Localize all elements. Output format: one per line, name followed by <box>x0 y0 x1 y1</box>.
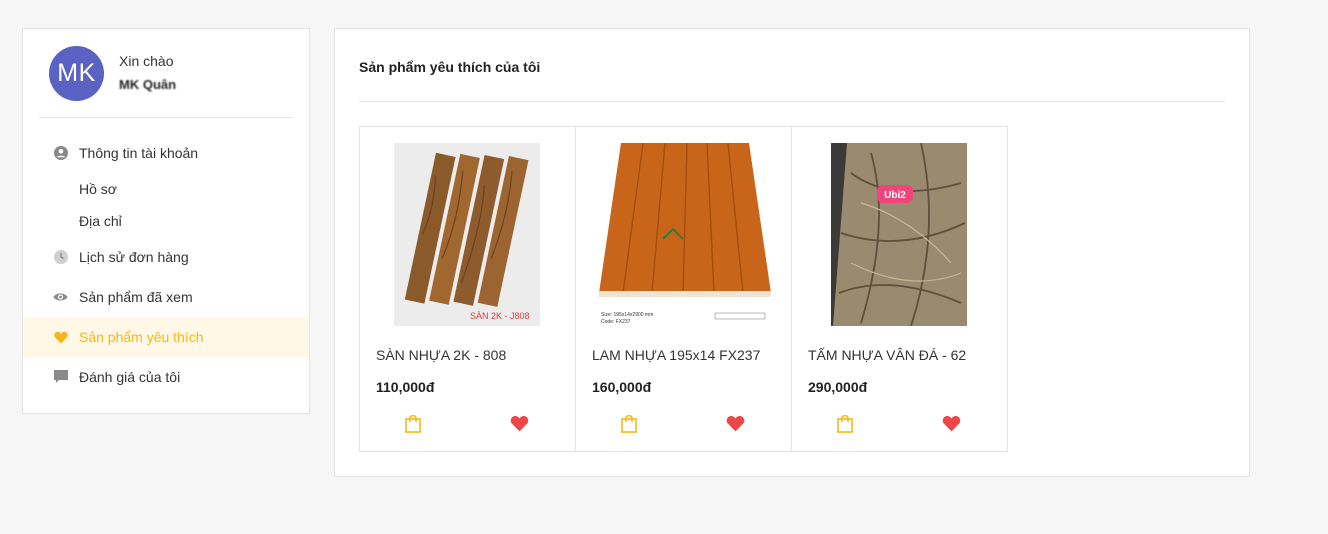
add-to-cart-button[interactable] <box>620 414 640 434</box>
product-name[interactable]: SÀN NHỰA 2K - 808 <box>376 347 506 363</box>
wishlist-heart-button[interactable] <box>726 415 746 433</box>
greeting-text: Xin chào <box>119 53 174 69</box>
product-price: 290,000đ <box>808 379 868 395</box>
page-title: Sản phẩm yêu thích của tôi <box>359 59 541 75</box>
product-name[interactable]: LAM NHỰA 195x14 FX237 <box>592 347 760 363</box>
clock-icon <box>53 250 68 265</box>
product-price: 160,000đ <box>592 379 652 395</box>
chat-icon <box>53 370 68 385</box>
user-circle-icon <box>53 146 68 161</box>
divider <box>359 101 1225 102</box>
account-menu: Thông tin tài khoản Hồ sơ Địa chỉ Lịch s… <box>23 133 309 397</box>
image-label: SÀN 2K - J808 <box>470 311 530 321</box>
menu-item-order-history[interactable]: Lịch sử đơn hàng <box>23 237 309 277</box>
shopping-bag-icon <box>621 414 637 433</box>
shopping-bag-icon <box>405 414 421 433</box>
product-card[interactable]: Size: 195x14x2900 mm Code: FX237 LAM NHỰ… <box>575 126 792 452</box>
user-name: MK Quân <box>119 77 177 92</box>
menu-label-order-history: Lịch sử đơn hàng <box>79 249 189 265</box>
account-sidebar: MK Xin chào MK Quân Thông tin tài khoản … <box>22 28 310 414</box>
image-label-code: Code: FX237 <box>601 319 631 325</box>
menu-item-my-reviews[interactable]: Đánh giá của tôi <box>23 357 309 397</box>
shopping-bag-icon <box>837 414 853 433</box>
product-card[interactable]: Ubi2 TẤM NHỰA VÂN ĐÁ - 62 290,000đ <box>791 126 1008 452</box>
heart-icon <box>942 416 961 432</box>
menu-label-favorite-products: Sản phẩm yêu thích <box>79 329 204 345</box>
menu-label-account-info: Thông tin tài khoản <box>79 145 199 161</box>
menu-item-favorite-products[interactable]: Sản phẩm yêu thích <box>23 317 309 357</box>
menu-item-account-info[interactable]: Thông tin tài khoản <box>23 133 309 173</box>
heart-icon <box>726 416 745 432</box>
product-image[interactable]: Ubi2 <box>831 143 967 326</box>
product-image[interactable]: SÀN 2K - J808 <box>394 143 540 326</box>
menu-item-viewed-products[interactable]: Sản phẩm đã xem <box>23 277 309 317</box>
product-card[interactable]: SÀN 2K - J808 SÀN NHỰA 2K - 808 110,000đ <box>359 126 576 452</box>
product-image[interactable]: Size: 195x14x2900 mm Code: FX237 <box>597 143 772 326</box>
menu-item-profile[interactable]: Hồ sơ <box>23 173 309 205</box>
divider <box>39 117 293 118</box>
product-name[interactable]: TẤM NHỰA VÂN ĐÁ - 62 <box>808 347 966 363</box>
wishlist-heart-button[interactable] <box>510 415 530 433</box>
avatar: MK <box>49 46 104 101</box>
user-header: MK Xin chào MK Quân <box>23 29 309 119</box>
favorites-panel: Sản phẩm yêu thích của tôi SÀN 2K - J808 <box>334 28 1250 477</box>
wishlist-heart-button[interactable] <box>942 415 962 433</box>
add-to-cart-button[interactable] <box>836 414 856 434</box>
image-label: Ubi2 <box>884 190 906 201</box>
eye-icon <box>53 290 68 305</box>
product-price: 110,000đ <box>376 379 435 395</box>
heart-icon <box>510 416 529 432</box>
image-label: Size: 195x14x2900 mm <box>601 312 653 318</box>
heart-icon <box>53 330 68 345</box>
menu-item-address[interactable]: Địa chỉ <box>23 205 309 237</box>
add-to-cart-button[interactable] <box>404 414 424 434</box>
product-grid: SÀN 2K - J808 SÀN NHỰA 2K - 808 110,000đ <box>359 126 1008 452</box>
menu-label-viewed-products: Sản phẩm đã xem <box>79 289 193 305</box>
menu-label-my-reviews: Đánh giá của tôi <box>79 369 181 385</box>
